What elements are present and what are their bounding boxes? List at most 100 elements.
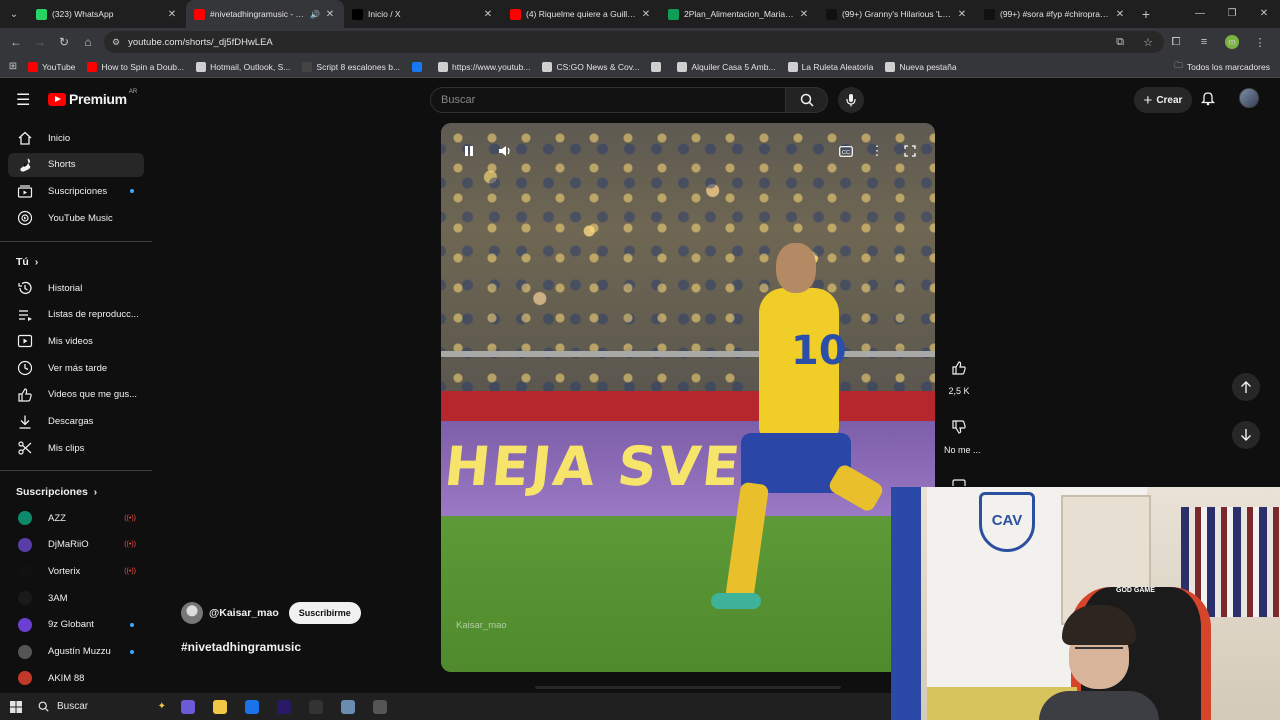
sidebar-item[interactable]: Agustín Muzzu bbox=[8, 640, 144, 664]
search-button[interactable] bbox=[786, 87, 828, 113]
bookmark-item[interactable]: Script 8 escalones b... bbox=[302, 61, 400, 72]
channel-avatar[interactable] bbox=[181, 602, 203, 624]
bookmark-item[interactable]: YouTube bbox=[28, 61, 75, 72]
new-tab-button[interactable]: + bbox=[1134, 6, 1158, 22]
install-app-icon[interactable]: ⧉ bbox=[1106, 36, 1134, 49]
video-title[interactable]: #nivetadhingramusic bbox=[181, 640, 301, 654]
comments-action[interactable] bbox=[945, 472, 973, 486]
browser-tab[interactable]: (99+) Granny's Hilarious 'LOW I' ✕ bbox=[818, 0, 976, 28]
close-window-button[interactable]: ✕ bbox=[1248, 0, 1280, 28]
chrome-app[interactable] bbox=[239, 697, 265, 717]
tab-close-icon[interactable]: ✕ bbox=[324, 9, 336, 20]
all-bookmarks-folder[interactable]: 🗀 Todos los marcadores bbox=[1174, 60, 1270, 74]
notifications-icon[interactable] bbox=[1200, 90, 1216, 111]
bookmark-item[interactable]: CS:GO News & Cov... bbox=[542, 61, 639, 72]
copilot-app[interactable] bbox=[175, 697, 201, 717]
bookmark-item[interactable]: La Ruleta Aleatoria bbox=[787, 61, 873, 72]
reload-button[interactable]: ↻ bbox=[52, 35, 76, 49]
youtube-logo[interactable]: Premium AR bbox=[48, 89, 137, 107]
bookmark-star-icon[interactable]: ☆ bbox=[1134, 36, 1162, 49]
subscriptions-section-header[interactable]: Suscripciones › bbox=[16, 486, 97, 498]
browser-tab[interactable]: (99+) #sora #fyp #chiropractor ✕ bbox=[976, 0, 1134, 28]
sidebar-item[interactable]: Ver más tarde bbox=[8, 356, 144, 380]
tab-close-icon[interactable]: ✕ bbox=[798, 9, 810, 20]
bookmark-item[interactable] bbox=[412, 61, 426, 72]
address-bar[interactable]: ⚙ youtube.com/shorts/_dj5fDHwLEA bbox=[104, 31, 1164, 53]
pause-icon[interactable] bbox=[461, 143, 477, 159]
tab-close-icon[interactable]: ✕ bbox=[166, 9, 178, 20]
channel-name[interactable]: @Kaisar_mao bbox=[209, 607, 279, 619]
voice-search-button[interactable] bbox=[838, 87, 864, 113]
browser-tab[interactable]: #nivetadhingramusic - YouTube🔊 ✕ bbox=[186, 0, 344, 28]
comments-icon[interactable] bbox=[945, 472, 973, 486]
bookmark-item[interactable]: Hotmail, Outlook, S... bbox=[196, 61, 290, 72]
tab-close-icon[interactable]: ✕ bbox=[640, 9, 652, 20]
browser-tab[interactable]: Inicio / X ✕ bbox=[344, 0, 502, 28]
bookmark-item[interactable]: Nueva pestaña bbox=[885, 61, 957, 72]
search-input[interactable]: Buscar bbox=[430, 87, 786, 113]
minimize-button[interactable]: — bbox=[1184, 0, 1216, 28]
extensions-icon[interactable]: ⧠ bbox=[1162, 36, 1190, 49]
bookmark-item[interactable]: https://www.youtub... bbox=[438, 61, 530, 72]
home-button[interactable]: ⌂ bbox=[76, 35, 100, 49]
create-button[interactable]: + Crear bbox=[1134, 87, 1192, 113]
browser-tab[interactable]: (4) Riquelme quiere a Guillermo ✕ bbox=[502, 0, 660, 28]
sidebar-item[interactable]: Videos que me gus... bbox=[8, 383, 144, 407]
more-options-icon[interactable]: ⋮ bbox=[871, 143, 884, 159]
sidebar-item[interactable]: YouTube Music bbox=[8, 206, 144, 230]
sidebar-item[interactable]: 3AM bbox=[8, 586, 144, 610]
sidebar-item[interactable]: Suscripciones bbox=[8, 179, 144, 203]
fullscreen-icon[interactable] bbox=[902, 143, 918, 159]
back-button[interactable]: ← bbox=[4, 35, 28, 49]
tab-close-icon[interactable]: ✕ bbox=[482, 9, 494, 20]
video-progress-bar[interactable] bbox=[535, 686, 841, 689]
maximize-button[interactable]: ❐ bbox=[1216, 0, 1248, 28]
forward-button[interactable]: → bbox=[28, 35, 52, 49]
taskbar-search[interactable]: Buscar ✦ bbox=[32, 697, 172, 717]
sidebar-item[interactable]: Vorterix ((•)) bbox=[8, 559, 144, 583]
steam-app[interactable] bbox=[335, 697, 361, 717]
sidebar-item[interactable]: Shorts bbox=[8, 152, 144, 177]
tab-search-icon[interactable]: ⌄ bbox=[0, 0, 28, 28]
sidebar-item[interactable]: DjMaRiiO ((•)) bbox=[8, 533, 144, 557]
dislike-icon[interactable] bbox=[945, 413, 973, 441]
sidebar-item[interactable]: 9z Globant bbox=[8, 613, 144, 637]
tab-close-icon[interactable]: ✕ bbox=[1114, 9, 1126, 20]
bookmark-item[interactable]: Alquiler Casa 5 Amb... bbox=[677, 61, 776, 72]
bookmark-item[interactable] bbox=[651, 61, 665, 72]
settings-app[interactable] bbox=[367, 697, 393, 717]
site-info-icon[interactable]: ⚙ bbox=[112, 37, 120, 48]
premiere-app[interactable] bbox=[271, 697, 297, 717]
sidebar-item[interactable]: Historial bbox=[8, 276, 144, 300]
subscribe-button[interactable]: Suscribirme bbox=[288, 602, 361, 624]
account-avatar[interactable] bbox=[1239, 88, 1259, 108]
like-action[interactable]: 2,5 K bbox=[945, 354, 973, 396]
browser-tab[interactable]: 2Plan_Alimentacion_Mariano S ✕ bbox=[660, 0, 818, 28]
profile-avatar[interactable]: m bbox=[1225, 35, 1239, 49]
sidebar-item[interactable]: AKIM 88 bbox=[8, 666, 144, 690]
chrome-menu-icon[interactable]: ⋮ bbox=[1246, 36, 1274, 49]
next-short-button[interactable] bbox=[1232, 421, 1260, 449]
browser-tab[interactable]: (323) WhatsApp ✕ bbox=[28, 0, 186, 28]
like-icon[interactable] bbox=[945, 354, 973, 382]
file-explorer-app[interactable] bbox=[207, 697, 233, 717]
volume-icon[interactable] bbox=[497, 143, 513, 159]
previous-short-button[interactable] bbox=[1232, 373, 1260, 401]
obs-app[interactable] bbox=[303, 697, 329, 717]
bookmark-item[interactable]: How to Spin a Doub... bbox=[87, 61, 184, 72]
sidebar-item[interactable]: Descargas bbox=[8, 410, 144, 434]
media-controls-icon[interactable]: ≡ bbox=[1190, 36, 1218, 48]
apps-grid-icon[interactable]: ⊞ bbox=[0, 61, 26, 72]
tab-audio-icon[interactable]: 🔊 bbox=[310, 10, 320, 19]
tab-close-icon[interactable]: ✕ bbox=[956, 9, 968, 20]
menu-icon[interactable]: ☰ bbox=[16, 90, 30, 110]
shorts-video-player[interactable]: HEJA SVERIG 10 CC ⋮ Kaisar_mao bbox=[441, 123, 935, 672]
you-section-header[interactable]: Tú › bbox=[16, 256, 38, 268]
sidebar-item[interactable]: Mis clips bbox=[8, 436, 144, 460]
captions-icon[interactable]: CC bbox=[838, 143, 854, 159]
sidebar-item[interactable]: Listas de reproducc... bbox=[8, 303, 144, 327]
sidebar-item[interactable]: Mis videos bbox=[8, 329, 144, 353]
sidebar-item[interactable]: Inicio bbox=[8, 126, 144, 150]
sidebar-item[interactable]: AZZ ((•)) bbox=[8, 506, 144, 530]
windows-start-icon[interactable] bbox=[0, 700, 32, 713]
